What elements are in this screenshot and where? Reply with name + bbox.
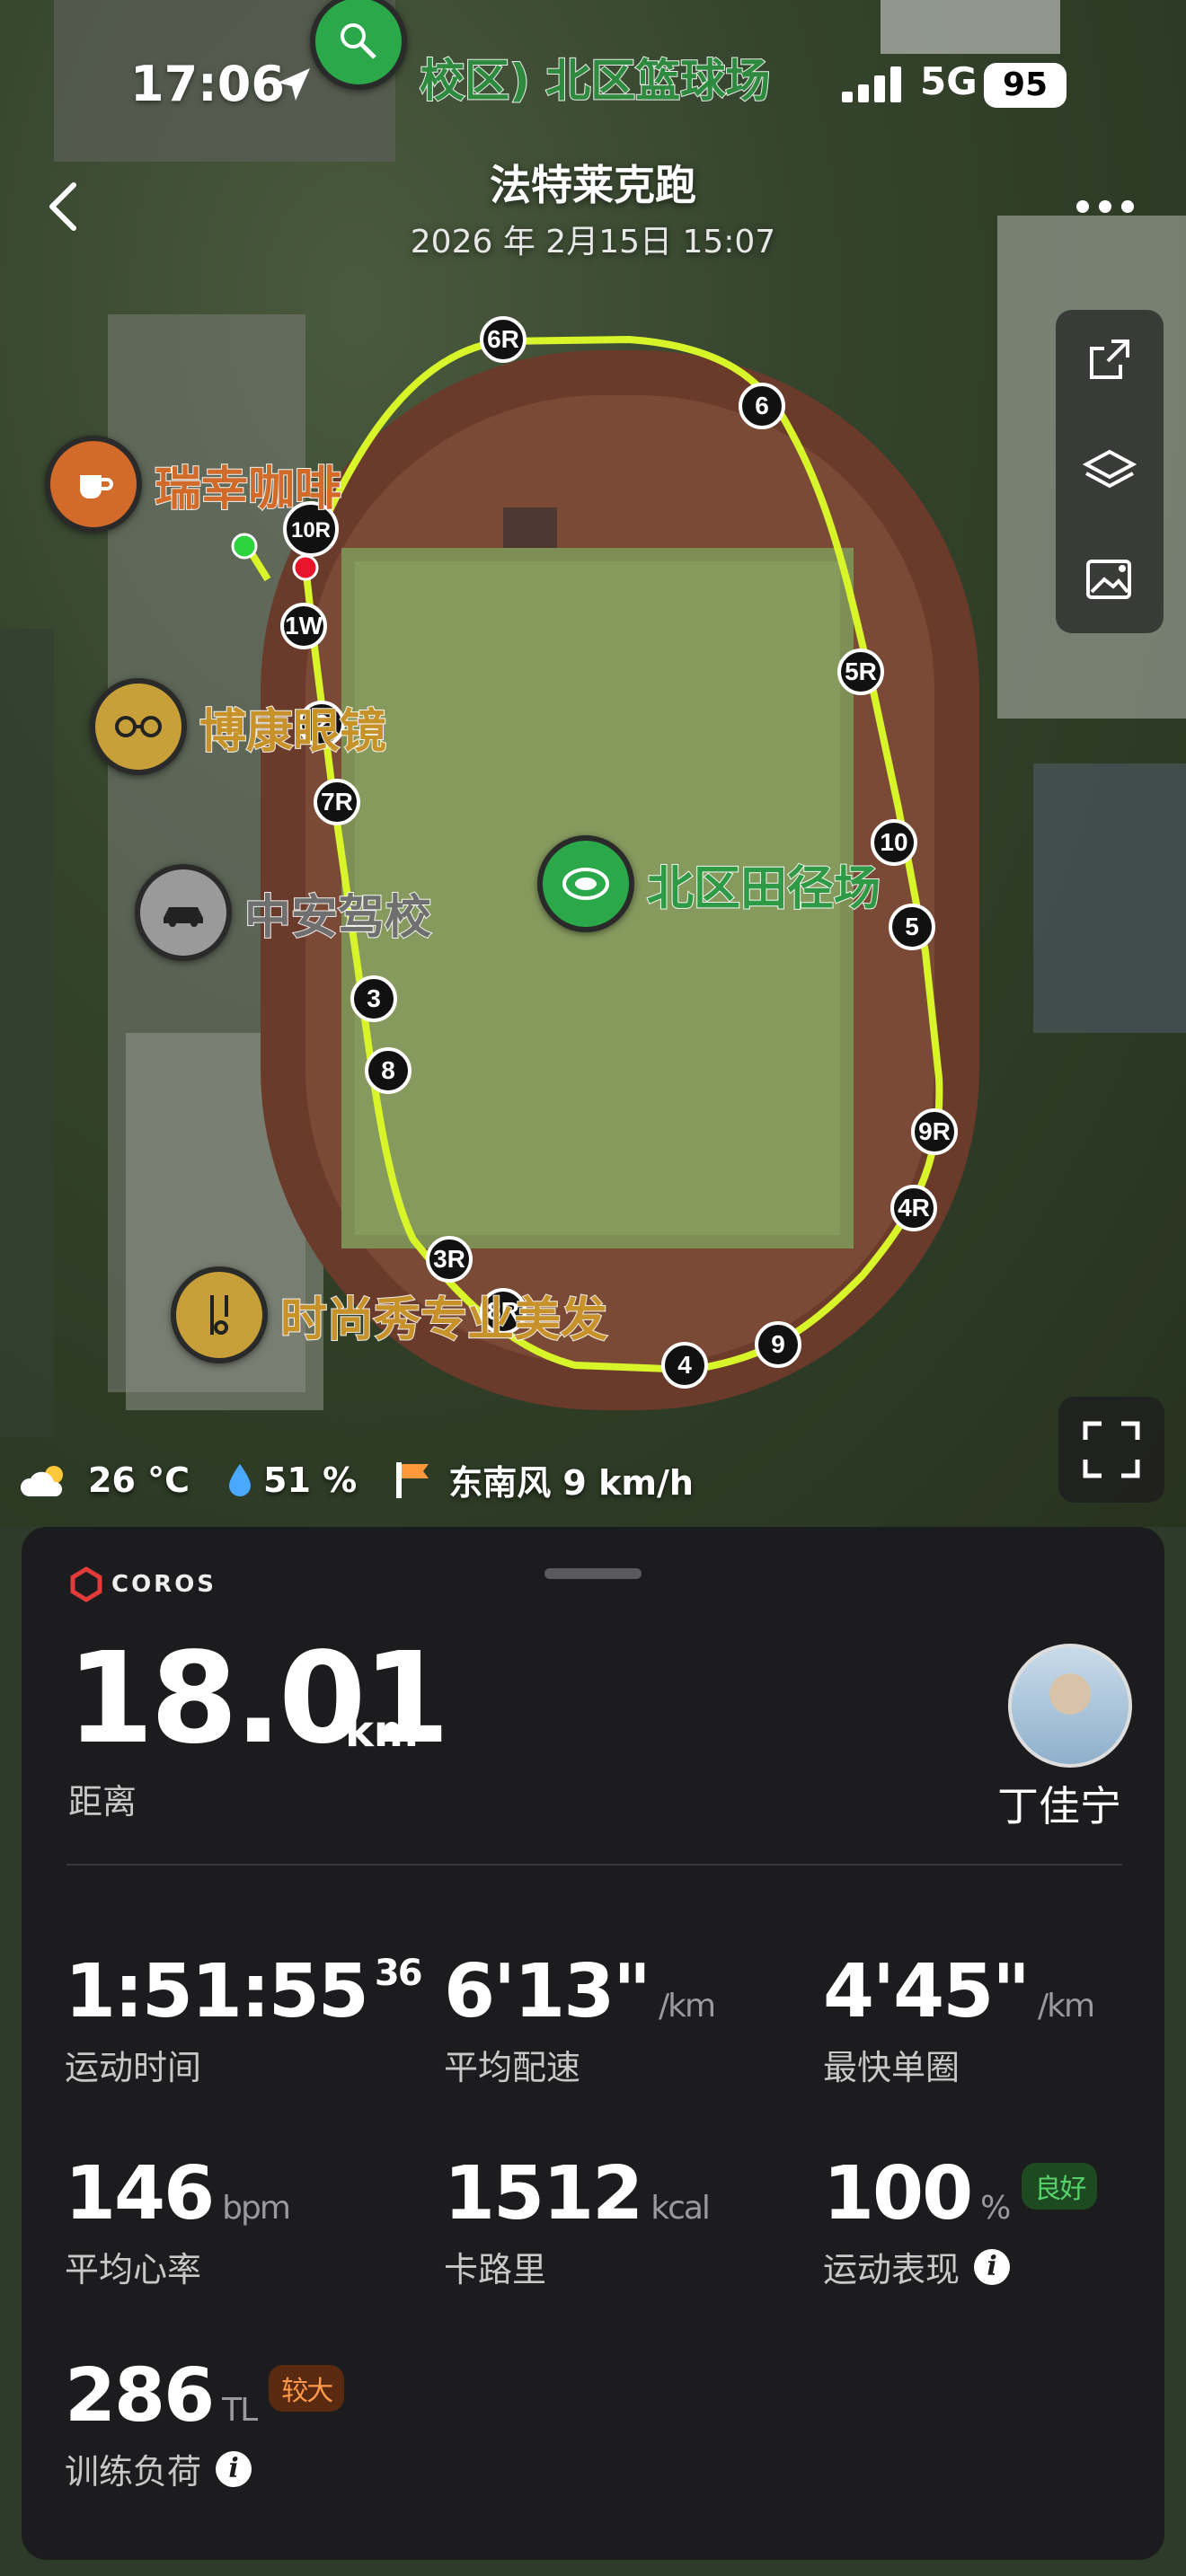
metric-calories: 1512 kcal 卡路里: [444, 2151, 711, 2289]
wind-icon: [396, 1461, 429, 1498]
metric-duration: 1:51:55 36 运动时间: [65, 1949, 423, 2087]
weather-wind: 东南风 9 km/h: [393, 1455, 694, 1504]
distance-unit: km: [345, 1707, 419, 1757]
lap-marker[interactable]: 6: [739, 383, 785, 429]
lap-marker-label: 5R: [845, 657, 877, 685]
coffee-icon: [45, 436, 142, 533]
lap-marker-label: 6: [755, 392, 769, 419]
lap-marker[interactable]: 9: [755, 1321, 801, 1368]
lap-marker-label: 10: [880, 828, 907, 856]
lap-marker[interactable]: 9R: [911, 1108, 958, 1155]
more-icon[interactable]: [1074, 193, 1137, 220]
network-type: 5G: [920, 59, 978, 103]
brand-logo: COROS: [68, 1566, 217, 1602]
poi-label: 中安驾校: [243, 890, 432, 946]
metric-fastest-lap: 4'45"/km 最快单圈: [823, 1949, 1095, 2087]
sheet-grabber[interactable]: [544, 1568, 642, 1579]
layers-icon: [1083, 449, 1137, 489]
info-icon[interactable]: i: [974, 2248, 1011, 2285]
lap-marker-label: 3: [367, 984, 381, 1012]
poi-luckin[interactable]: 瑞幸咖啡: [45, 436, 342, 533]
lap-marker-label: 9R: [918, 1117, 951, 1145]
image-icon: [1086, 560, 1131, 599]
poi-label: 博康眼镜: [199, 704, 387, 760]
share-icon: [1090, 340, 1129, 379]
poi-hair-salon[interactable]: 时尚秀专业美发: [171, 1266, 608, 1363]
activity-datetime: 2026 年 2月15日 15:07: [410, 224, 776, 260]
metric-training-load: 286 TL较大 训练负荷 i: [65, 2353, 345, 2493]
share-button[interactable]: [1056, 310, 1164, 409]
photo-button[interactable]: [1056, 530, 1164, 629]
map-toolbar: [1056, 310, 1164, 633]
lap-marker[interactable]: 4R: [890, 1185, 937, 1231]
poi-label: 瑞幸咖啡: [154, 462, 342, 517]
lap-marker-label: 4: [677, 1351, 692, 1379]
poi-driving-school[interactable]: 中安驾校: [135, 864, 432, 961]
car-icon: [135, 864, 232, 961]
route-start-dot: [231, 533, 258, 560]
distance-label: 距离: [68, 1782, 137, 1822]
stadium-icon: [537, 835, 634, 932]
page-title: 法特莱克跑: [490, 161, 696, 209]
lap-marker[interactable]: 1W: [280, 603, 327, 649]
lap-marker[interactable]: 5: [889, 904, 935, 950]
map-layers-button[interactable]: [1056, 422, 1164, 521]
activity-summary-card: COROS 18.01 km 距离 丁佳宁 1:51:55 36 运动时间 6'1…: [22, 1527, 1164, 2560]
signal-icon: [842, 66, 901, 102]
poi-label: 北区田径场: [646, 861, 881, 917]
metric-avg-pace: 6'13"/km 平均配速: [444, 1949, 716, 2087]
poi-stadium[interactable]: 北区田径场: [537, 835, 881, 932]
route-end-dot: [292, 554, 319, 581]
coros-logo-icon: [70, 1566, 102, 1602]
fullscreen-button[interactable]: [1058, 1397, 1164, 1503]
lap-marker[interactable]: 6R: [480, 316, 527, 363]
status-badge: 较大: [269, 2364, 345, 2412]
user-name[interactable]: 丁佳宁: [997, 1774, 1121, 1833]
metric-heart-rate: 146 bpm 平均心率: [65, 2151, 291, 2289]
status-time: 17:06: [130, 56, 285, 112]
fullscreen-icon: [1083, 1421, 1140, 1478]
status-badge: 良好: [1022, 2162, 1098, 2210]
lap-marker-label: 6R: [487, 325, 519, 353]
lap-marker[interactable]: 7R: [314, 779, 360, 825]
cloud-sun-icon: [20, 1465, 63, 1496]
lap-marker-label: 5: [905, 913, 919, 940]
map-view[interactable]: 6R 6 10R 1W 5R 2 7R 10 5 3 8 9R 4R 3R 8R 9 4 校区) 北区篮球场 瑞…: [0, 0, 1186, 1527]
lap-marker-label: 1W: [285, 612, 323, 640]
battery-indicator: 95: [984, 63, 1067, 108]
lap-marker-label: 7R: [321, 788, 353, 816]
lap-marker[interactable]: 3: [350, 975, 397, 1022]
lap-marker-label: 9: [771, 1330, 785, 1358]
metric-performance: 100 %良好 运动表现 i: [823, 2151, 1098, 2291]
weather-bar: 26 °C 51 % 东南风 9 km/h: [18, 1455, 730, 1504]
poi-label: 时尚秀专业美发: [279, 1292, 608, 1348]
glasses-icon: [90, 678, 187, 775]
lap-marker-label: 8: [381, 1056, 395, 1084]
weather-temp: 26 °C: [18, 1460, 190, 1500]
hair-salon-icon: [171, 1266, 268, 1363]
info-icon[interactable]: i: [216, 2450, 252, 2487]
lap-marker[interactable]: 5R: [837, 648, 884, 695]
avatar[interactable]: [1008, 1644, 1132, 1768]
humidity-icon: [229, 1463, 251, 1496]
poi-glasses[interactable]: 博康眼镜: [90, 678, 387, 775]
lap-marker-label: 4R: [898, 1194, 930, 1222]
weather-humidity: 51 %: [226, 1460, 357, 1500]
divider: [66, 1864, 1122, 1866]
lap-marker[interactable]: 8: [365, 1047, 412, 1094]
lap-marker[interactable]: 4: [661, 1342, 708, 1389]
location-arrow-icon: [278, 68, 310, 101]
